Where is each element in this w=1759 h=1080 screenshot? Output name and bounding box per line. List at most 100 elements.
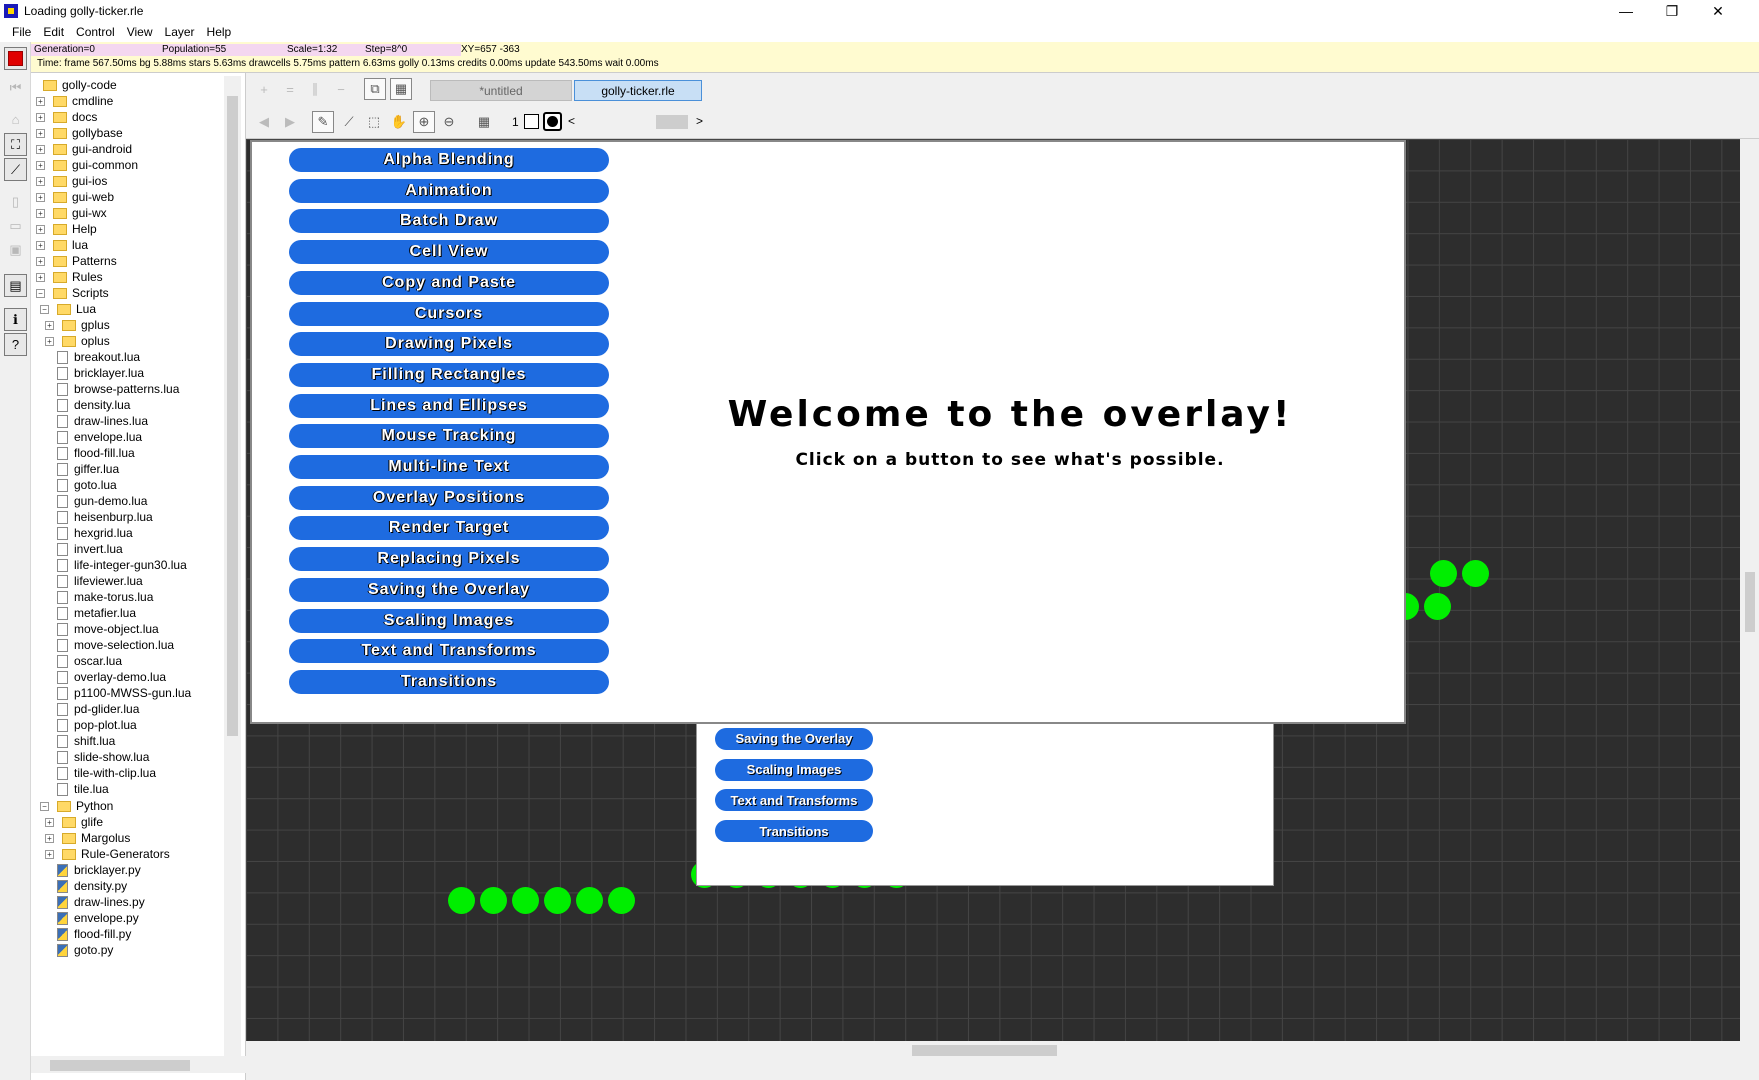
menu-help[interactable]: Help [201, 22, 238, 42]
collapse-icon[interactable]: − [40, 304, 49, 314]
tree-label: Patterns [72, 254, 117, 268]
overlay-echo-button[interactable]: Saving the Overlay [715, 727, 873, 750]
overlay-demo-button[interactable]: Drawing Pixels [289, 332, 609, 357]
expand-icon[interactable]: + [45, 849, 54, 859]
expand-icon[interactable]: + [36, 240, 45, 250]
layer-tab-untitled[interactable]: *untitled [430, 80, 572, 101]
overlay-demo-button[interactable]: Animation [289, 178, 609, 203]
menu-file[interactable]: File [6, 22, 37, 42]
duplicate-layer-icon[interactable]: ∥ [304, 78, 326, 100]
tile-layers-icon[interactable]: ▦ [390, 78, 412, 100]
add-layer-icon[interactable]: + [253, 78, 275, 100]
fit-pattern-icon[interactable]: ⛶ [4, 133, 27, 156]
title-bar: Loading golly-ticker.rle — ❐ ✕ [0, 0, 1759, 22]
layer-tab-golly-ticker[interactable]: golly-ticker.rle [574, 80, 702, 101]
expand-icon[interactable]: + [36, 128, 45, 138]
state-color-swatch[interactable] [524, 114, 539, 129]
overlay-demo-button[interactable]: Text and Transforms [289, 639, 609, 664]
expand-icon[interactable]: + [36, 256, 45, 266]
lua-file-icon [57, 526, 68, 540]
delete-layer-icon[interactable]: − [330, 78, 352, 100]
expand-icon[interactable]: + [36, 96, 45, 106]
menu-view[interactable]: View [121, 22, 159, 42]
tree-hscroll-thumb[interactable] [50, 1060, 190, 1071]
overlay-echo-button[interactable]: Text and Transforms [715, 789, 873, 812]
maximize-button[interactable]: ❐ [1649, 0, 1695, 22]
scroll-right-icon[interactable]: > [696, 114, 703, 128]
overlay-demo-button[interactable]: Lines and Ellipses [289, 393, 609, 418]
viewport-hscroll-thumb[interactable] [912, 1045, 1057, 1056]
scroll-left-icon[interactable]: < [568, 114, 575, 128]
menu-layer[interactable]: Layer [159, 22, 201, 42]
expand-icon[interactable]: + [36, 112, 45, 122]
expand-icon[interactable]: + [36, 176, 45, 186]
state-scroll-thumb[interactable] [656, 115, 688, 129]
expand-icon[interactable]: + [45, 320, 54, 330]
move-hand-icon[interactable]: ✋ [388, 111, 410, 133]
overlay-demo-button[interactable]: Replacing Pixels [289, 547, 609, 572]
stack-layers-icon[interactable]: ⧉ [364, 78, 386, 100]
reset-icon[interactable]: ⏮ [4, 76, 27, 99]
select-icon[interactable]: ⬚ [363, 111, 385, 133]
overlay-demo-button[interactable]: Mouse Tracking [289, 424, 609, 449]
overlay-demo-button[interactable]: Filling Rectangles [289, 362, 609, 387]
undo-icon[interactable]: ◀ [253, 111, 275, 133]
menu-edit[interactable]: Edit [37, 22, 70, 42]
expand-icon[interactable]: + [36, 272, 45, 282]
circle-state-swatch[interactable] [543, 112, 562, 131]
expand-icon[interactable]: + [45, 817, 54, 827]
tree-label: Rule-Generators [81, 847, 170, 861]
tree-file[interactable]: tile.lua [57, 780, 109, 798]
expand-icon[interactable]: + [45, 336, 54, 346]
expand-icon[interactable]: + [36, 144, 45, 154]
expand-icon[interactable]: + [36, 160, 45, 170]
algo-icon[interactable]: ⌂ [4, 108, 27, 131]
minimize-button[interactable]: — [1603, 0, 1649, 22]
expand-icon[interactable]: + [36, 208, 45, 218]
tree-label: gui-web [72, 190, 115, 204]
expand-icon[interactable]: + [36, 224, 45, 234]
tree-scroll-thumb[interactable] [227, 96, 238, 736]
folder-icon [57, 800, 71, 812]
overlay-demo-button[interactable]: Render Target [289, 516, 609, 541]
stop-icon[interactable] [4, 47, 27, 70]
overlay-demo-button[interactable]: Transitions [289, 669, 609, 694]
lua-file-icon [57, 446, 68, 460]
collapse-icon[interactable]: − [36, 288, 45, 298]
pick-icon[interactable]: ⟋ [338, 111, 360, 133]
zoom-in-icon[interactable]: ⊕ [413, 111, 435, 133]
overlay-demo-button[interactable]: Copy and Paste [289, 270, 609, 295]
collapse-icon[interactable]: − [40, 801, 49, 811]
expand-icon[interactable]: + [45, 833, 54, 843]
clone-layer-icon[interactable]: = [279, 78, 301, 100]
overlay-echo-button[interactable]: Scaling Images [715, 758, 873, 781]
draw-pencil-icon[interactable]: ✎ [312, 111, 334, 133]
show-files-icon[interactable]: ▤ [4, 274, 27, 297]
overlay-demo-button[interactable]: Overlay Positions [289, 485, 609, 510]
overlay-demo-button[interactable]: Multi-line Text [289, 455, 609, 479]
tree-label: gui-wx [72, 206, 107, 220]
overlay-demo-button[interactable]: Batch Draw [289, 209, 609, 234]
save-icon[interactable]: ▣ [4, 238, 27, 261]
close-button[interactable]: ✕ [1695, 0, 1741, 22]
new-file-icon[interactable]: ▯ [4, 190, 27, 213]
overlay-demo-button[interactable]: Cursors [289, 301, 609, 326]
edit-toolbar: ◀ ▶ ✎ ⟋ ⬚ ✋ ⊕ ⊖ ▦ 1 < > [246, 106, 1759, 139]
overlay-demo-button[interactable]: Cell View [289, 240, 609, 265]
viewport-vscroll-thumb[interactable] [1745, 572, 1755, 632]
zoom-out-icon[interactable]: ⊖ [438, 111, 460, 133]
overlay-demo-button[interactable]: Alpha Blending [289, 148, 609, 172]
overlay-demo-button[interactable]: Scaling Images [289, 608, 609, 633]
overlay-demo-button[interactable]: Saving the Overlay [289, 577, 609, 602]
menu-control[interactable]: Control [70, 22, 121, 42]
info-icon[interactable]: ℹ [4, 308, 27, 331]
all-states-icon[interactable]: ▦ [473, 111, 495, 133]
expand-icon[interactable]: + [36, 192, 45, 202]
overlay-echo-button[interactable]: Transitions [715, 820, 873, 843]
redo-icon[interactable]: ▶ [279, 111, 301, 133]
tree-label: Rules [72, 270, 103, 284]
open-folder-icon[interactable]: ▭ [4, 214, 27, 237]
help-icon[interactable]: ? [4, 333, 27, 356]
pattern-chart-icon[interactable]: ⟋ [4, 158, 27, 181]
tree-file[interactable]: goto.py [57, 941, 113, 959]
